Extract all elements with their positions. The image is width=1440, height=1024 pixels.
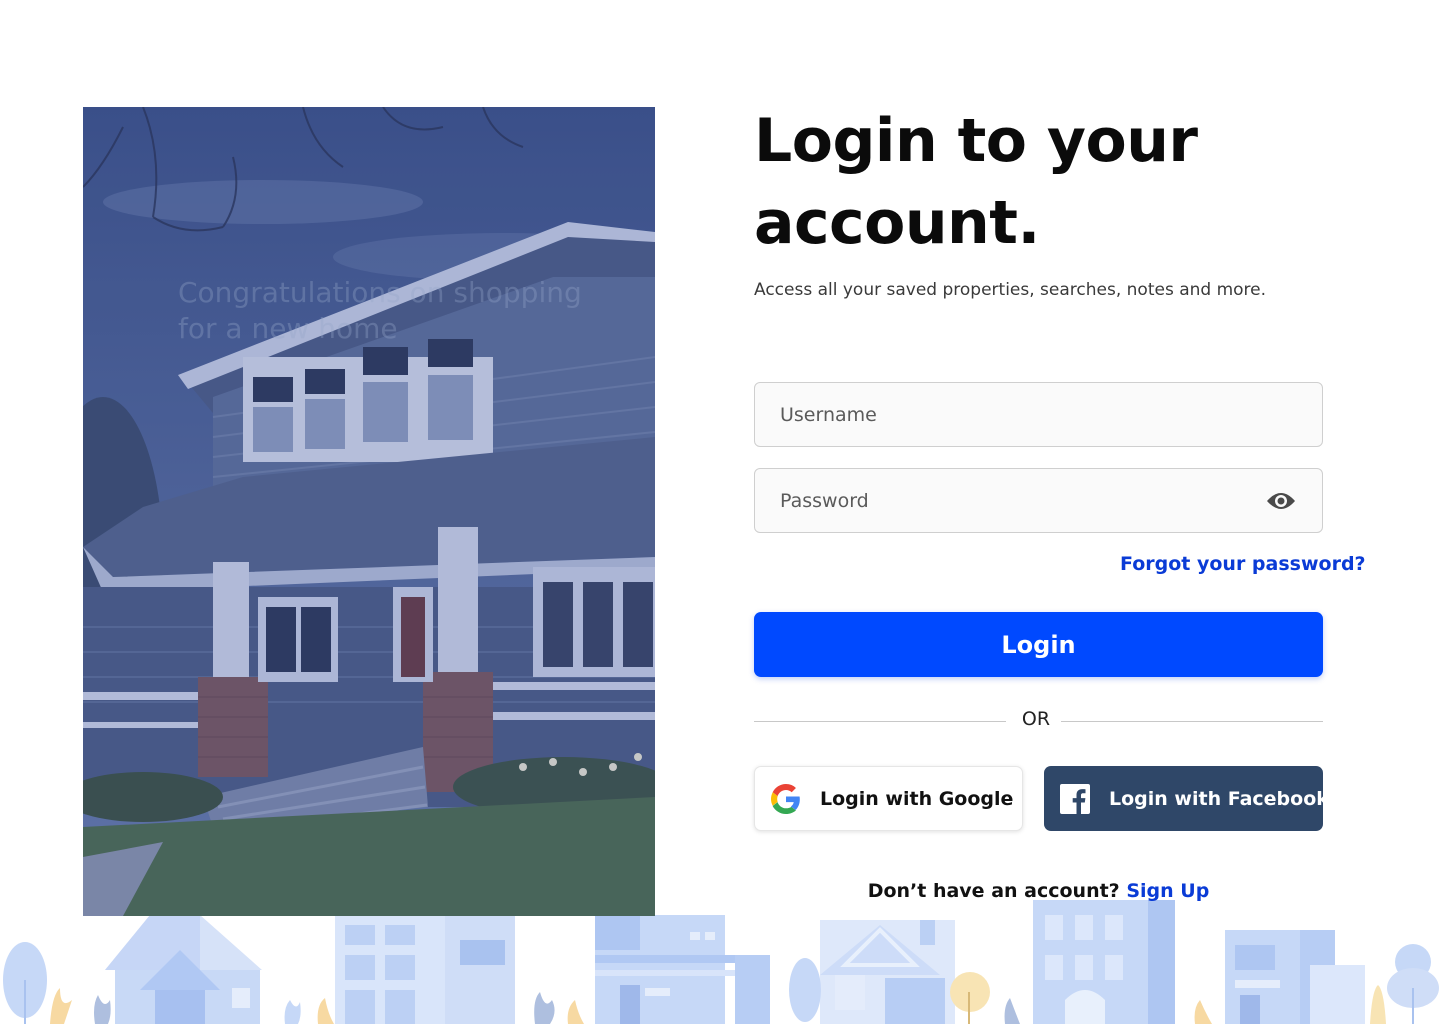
divider-line-left <box>754 721 1006 722</box>
password-input[interactable] <box>755 469 1322 532</box>
login-with-facebook-button[interactable]: Login with Facebook <box>1044 766 1329 831</box>
eye-icon[interactable] <box>1266 487 1296 515</box>
page-subtitle: Access all your saved properties, search… <box>754 280 1267 300</box>
login-button[interactable]: Login <box>754 612 1323 677</box>
page-title: Login to your account. <box>754 106 1198 258</box>
login-form: Login to your account. Access all your s… <box>754 100 1366 902</box>
divider-line-right <box>1061 721 1323 722</box>
sign-up-link[interactable]: Sign Up <box>1126 880 1209 902</box>
username-input[interactable] <box>755 383 1322 446</box>
facebook-button-label: Login with Facebook <box>1109 787 1329 810</box>
google-icon <box>770 783 802 815</box>
forgot-password-link[interactable]: Forgot your password? <box>1120 553 1366 575</box>
signup-prompt-text: Don’t have an account? <box>867 880 1120 902</box>
or-divider: OR <box>754 708 1323 734</box>
password-field <box>754 468 1323 533</box>
google-button-label: Login with Google <box>820 787 1014 810</box>
or-label: OR <box>1021 708 1051 730</box>
signup-prompt: Don’t have an account? Sign Up <box>754 880 1323 902</box>
login-with-google-button[interactable]: Login with Google <box>754 766 1023 831</box>
cityscape-illustration <box>0 900 1440 1024</box>
hero-image: Congratulations on shopping for a new ho… <box>83 107 655 916</box>
facebook-icon <box>1059 783 1091 815</box>
username-field <box>754 382 1323 447</box>
